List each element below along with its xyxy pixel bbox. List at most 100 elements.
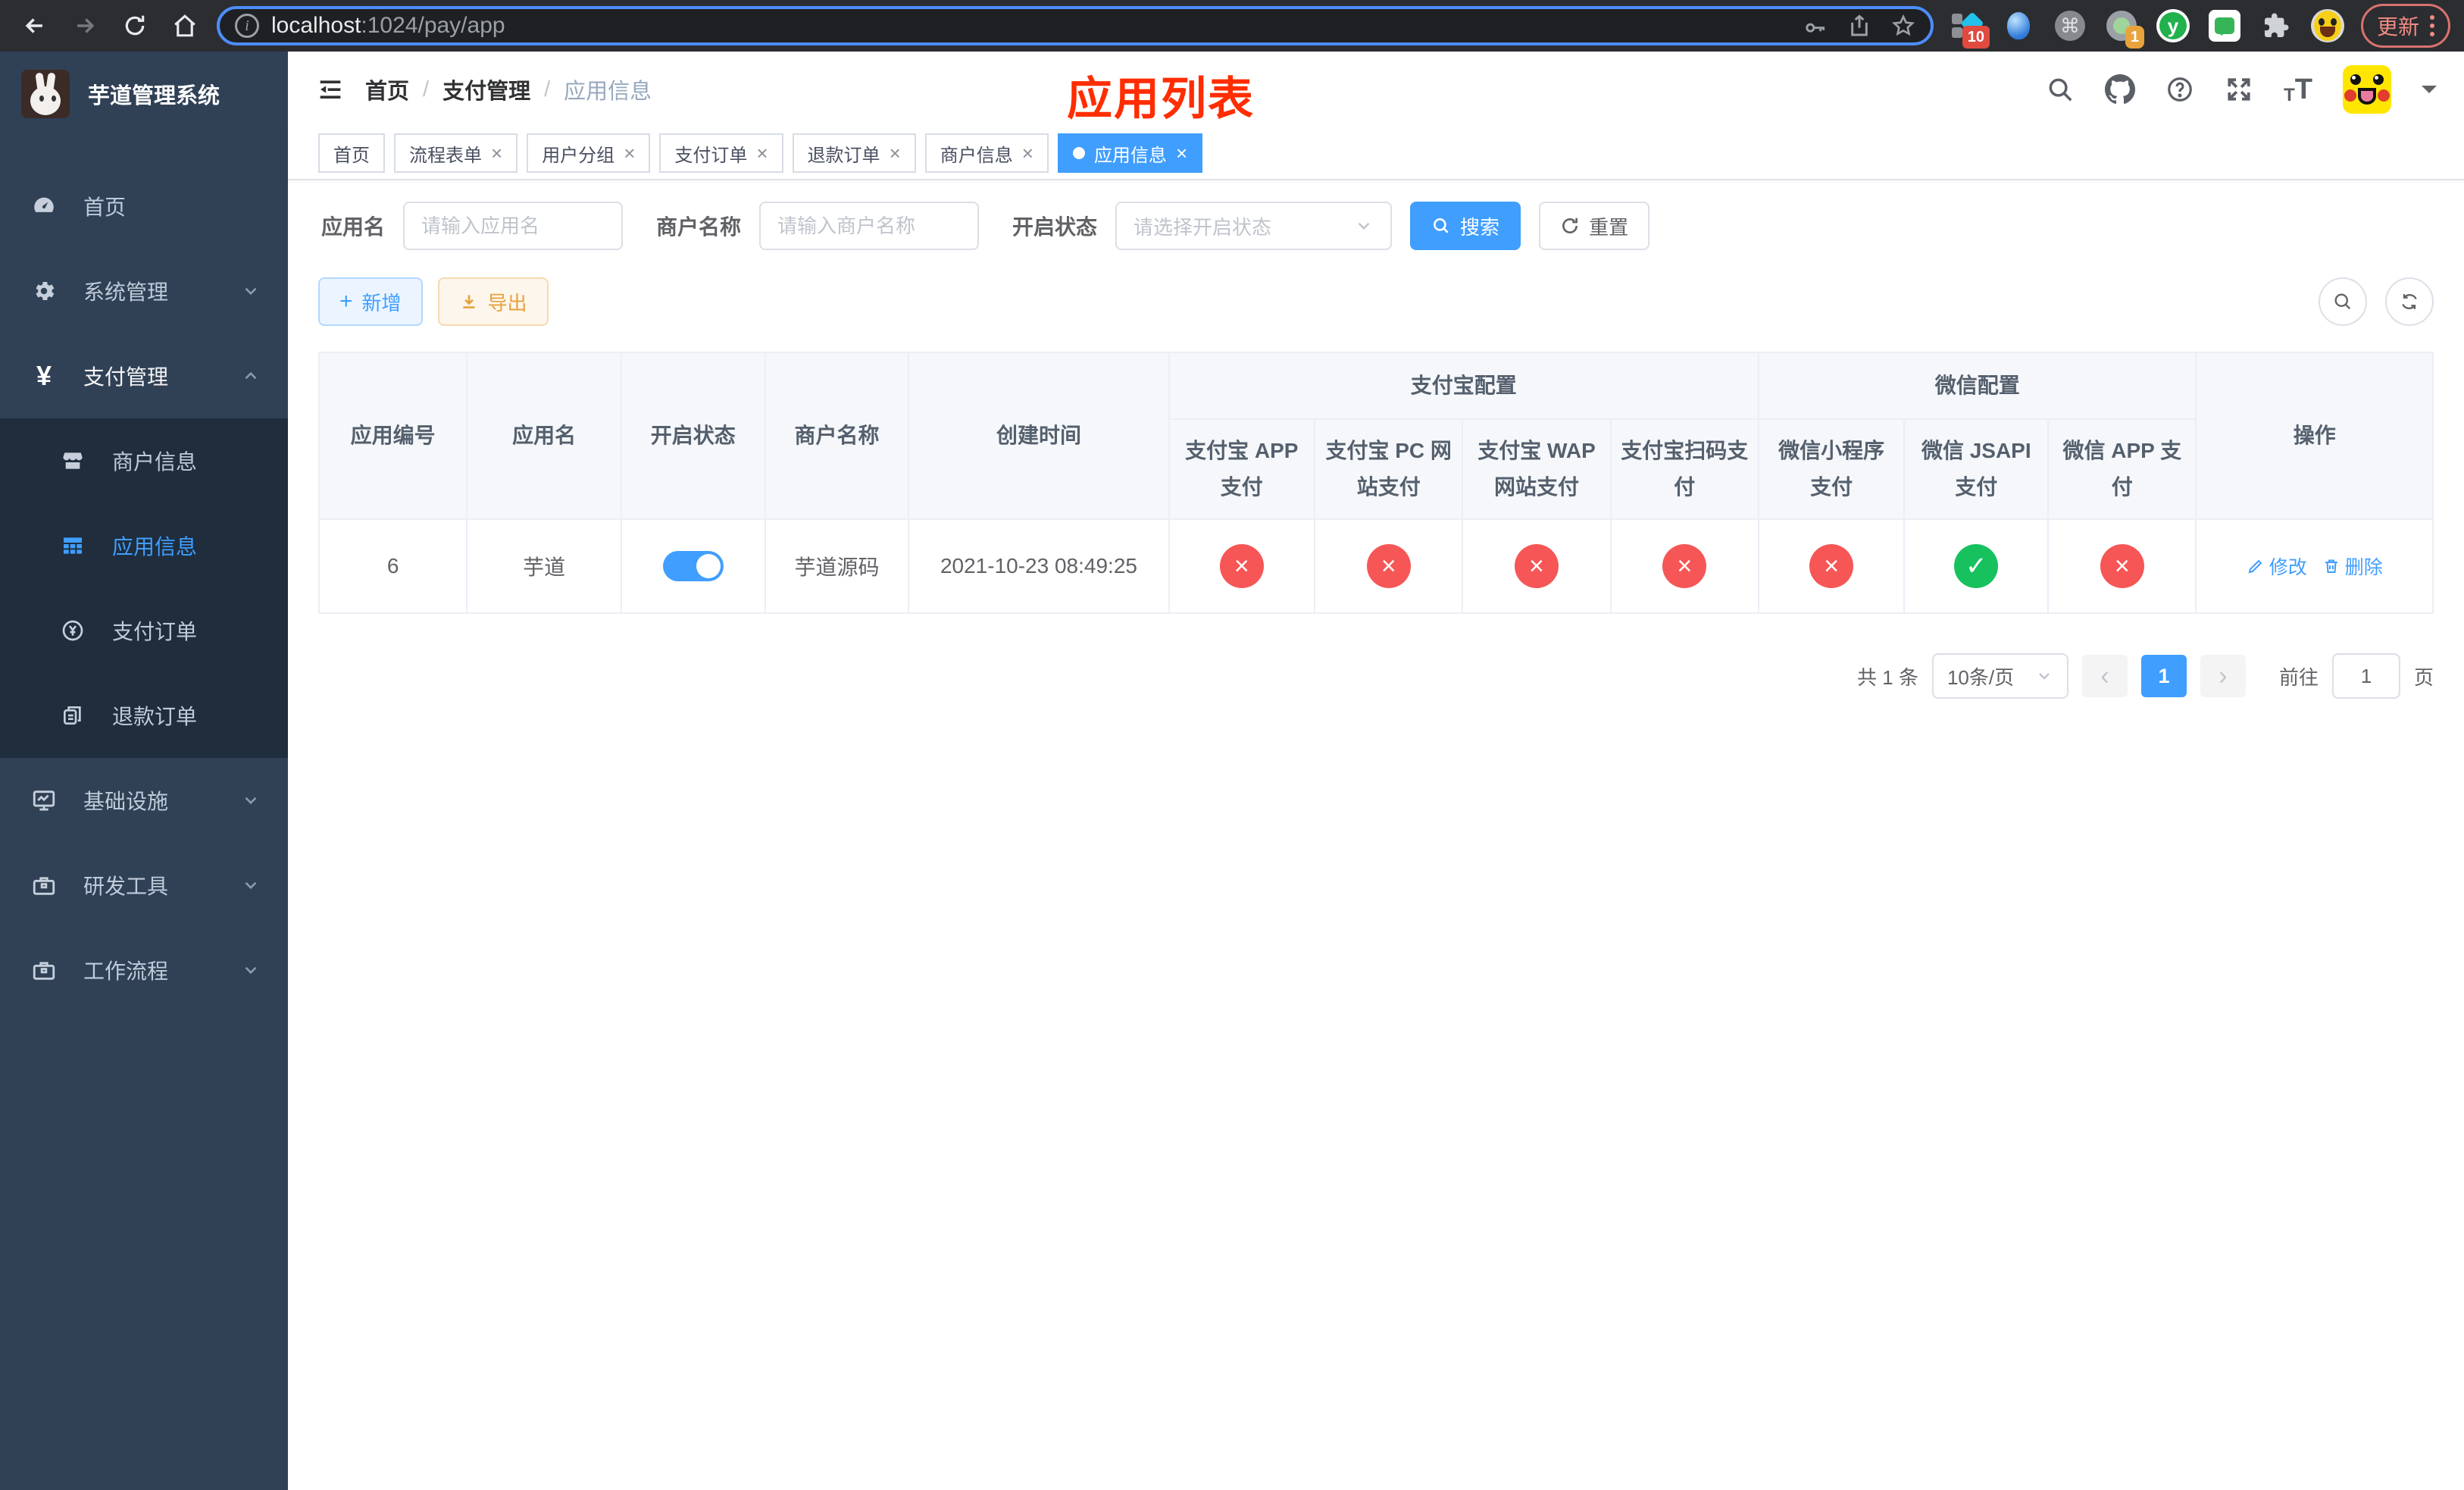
table-row: 6 芋道 芋道源码 2021-10-23 08:49:25 × × × × × … <box>317 518 2434 614</box>
search-icon[interactable] <box>2046 75 2075 104</box>
tab-merchant-info[interactable]: 商户信息 × <box>924 133 1049 173</box>
sidebar-item-app-info[interactable]: 应用信息 <box>0 503 288 588</box>
merchant-name-input[interactable] <box>777 214 962 238</box>
share-icon[interactable] <box>1847 14 1871 38</box>
sidebar-item-payment[interactable]: ¥ 支付管理 <box>0 333 288 418</box>
tags-view-bar: 首页 流程表单 × 用户分组 × 支付订单 × 退款订单 × 商户信息 × 应用信息 × <box>288 127 2464 180</box>
col-header-app-id: 应用编号 <box>317 352 468 520</box>
close-icon[interactable]: × <box>890 143 901 163</box>
sidebar-item-merchant-info[interactable]: 商户信息 <box>0 418 288 503</box>
reset-button[interactable]: 重置 <box>1539 202 1650 250</box>
delete-link[interactable]: 删除 <box>2322 552 2383 580</box>
prev-page-button[interactable]: ‹ <box>2081 655 2128 697</box>
page-unit-label: 页 <box>2413 665 2434 689</box>
forward-icon[interactable] <box>71 12 98 39</box>
app-name-input[interactable] <box>421 214 605 238</box>
app-logo[interactable]: 芋道管理系统 <box>0 52 288 136</box>
breadcrumb-payment[interactable]: 支付管理 <box>442 74 530 105</box>
close-icon[interactable]: × <box>756 143 768 163</box>
toolbox-icon <box>30 957 58 983</box>
tab-process-form[interactable]: 流程表单 × <box>394 133 518 173</box>
cell-created: 2021-10-23 08:49:25 <box>908 518 1170 614</box>
browser-menu-dots-icon[interactable] <box>2430 15 2434 36</box>
url-bar[interactable]: i localhost:1024/pay/app <box>217 6 1934 45</box>
search-icon <box>1434 218 1449 233</box>
page-content: 应用名 商户名称 开启状态 请选择开启状态 搜索 <box>288 180 2464 1490</box>
extension-y-icon[interactable]: y <box>2156 9 2190 42</box>
user-avatar[interactable] <box>2343 65 2391 114</box>
col-header-operations: 操作 <box>2195 352 2434 520</box>
close-icon[interactable]: × <box>1022 143 1033 163</box>
sidebar-item-home[interactable]: 首页 <box>0 164 288 249</box>
extension-badge: 10 <box>1962 26 1990 49</box>
yen-icon: ¥ <box>36 360 52 391</box>
key-icon[interactable] <box>1803 14 1828 38</box>
yen-circle-icon <box>59 618 86 643</box>
search-form: 应用名 商户名称 开启状态 请选择开启状态 搜索 <box>318 202 2434 250</box>
font-size-icon[interactable]: TT <box>2284 74 2312 106</box>
breadcrumb-home[interactable]: 首页 <box>365 74 409 105</box>
goto-label: 前往 <box>2278 665 2319 689</box>
extension-recorder-icon[interactable]: 1 <box>2105 9 2144 49</box>
refresh-icon <box>1562 218 1578 233</box>
table-toolbar: + 新增 导出 <box>318 277 2434 326</box>
col-header-wx-mini: 微信小程序支付 <box>1757 418 1906 520</box>
close-icon[interactable]: × <box>491 143 502 163</box>
status-toggle[interactable] <box>662 551 724 581</box>
update-button[interactable]: 更新 <box>2360 4 2450 48</box>
close-icon[interactable]: × <box>624 143 635 163</box>
next-page-button[interactable]: › <box>2200 655 2246 697</box>
search-button[interactable]: 搜索 <box>1410 202 1521 250</box>
sidebar-item-pay-order[interactable]: 支付订单 <box>0 588 288 673</box>
application-window: i localhost:1024/pay/app 10 ⌘ 1 y 更新 芋道管… <box>0 0 2464 1490</box>
col-header-merchant: 商户名称 <box>764 352 910 520</box>
toggle-search-button[interactable] <box>2319 277 2367 326</box>
app-title: 芋道管理系统 <box>88 84 220 108</box>
store-icon <box>59 449 86 473</box>
rabbit-logo-icon <box>21 70 70 118</box>
fullscreen-icon[interactable] <box>2225 75 2253 104</box>
tab-app-info[interactable]: 应用信息 × <box>1057 133 1203 173</box>
tab-home[interactable]: 首页 <box>318 133 385 173</box>
home-icon[interactable] <box>171 12 199 39</box>
close-icon[interactable]: × <box>1176 143 1187 163</box>
chevron-down-icon <box>241 790 261 810</box>
extension-tampermonkey-icon[interactable]: 10 <box>1950 9 1990 49</box>
profile-avatar-icon[interactable] <box>2310 9 2344 42</box>
tab-user-group[interactable]: 用户分组 × <box>527 133 651 173</box>
extension-command-icon[interactable]: ⌘ <box>2053 9 2087 42</box>
tab-pay-order[interactable]: 支付订单 × <box>659 133 783 173</box>
info-icon[interactable]: i <box>235 14 259 38</box>
extensions-row: 10 ⌘ 1 y <box>1944 9 2350 49</box>
refresh-icon <box>2402 294 2417 309</box>
back-icon[interactable] <box>21 12 48 39</box>
export-button[interactable]: 导出 <box>437 277 549 326</box>
sidebar-item-refund-order[interactable]: 退款订单 <box>0 673 288 758</box>
page-number-1[interactable]: 1 <box>2140 655 2187 697</box>
sidebar-item-workflow[interactable]: 工作流程 <box>0 928 288 1013</box>
pagination: 共 1 条 10条/页 ‹ 1 › 前往 页 <box>318 653 2434 699</box>
goto-page-input[interactable] <box>2331 653 2400 699</box>
star-icon[interactable] <box>1891 14 1915 38</box>
avatar-caret-icon[interactable] <box>2422 86 2437 101</box>
github-icon[interactable] <box>2105 74 2136 105</box>
extension-balloon-icon[interactable] <box>2002 9 2035 42</box>
edit-link[interactable]: 修改 <box>2247 552 2307 580</box>
sidebar-fold-icon[interactable] <box>315 74 346 105</box>
page-size-select[interactable]: 10条/页 <box>1931 653 2068 699</box>
reload-icon[interactable] <box>121 12 149 39</box>
extension-badge: 1 <box>2125 26 2144 49</box>
extension-chat-icon[interactable] <box>2208 9 2241 42</box>
add-button[interactable]: + 新增 <box>318 277 423 326</box>
help-icon[interactable] <box>2165 75 2194 104</box>
cross-icon: × <box>2100 544 2144 588</box>
tab-refund-order[interactable]: 退款订单 × <box>792 133 916 173</box>
extensions-puzzle-icon[interactable] <box>2259 9 2293 42</box>
app-table: 应用编号 应用名 开启状态 商户名称 创建时间 支付宝配置 微信配置 操作 支付… <box>317 352 2434 614</box>
refresh-table-button[interactable] <box>2385 277 2434 326</box>
status-select[interactable]: 请选择开启状态 <box>1115 202 1393 250</box>
sidebar-item-dev-tools[interactable]: 研发工具 <box>0 843 288 928</box>
gear-icon <box>30 278 58 304</box>
sidebar-item-system[interactable]: 系统管理 <box>0 249 288 333</box>
sidebar-item-infrastructure[interactable]: 基础设施 <box>0 758 288 843</box>
